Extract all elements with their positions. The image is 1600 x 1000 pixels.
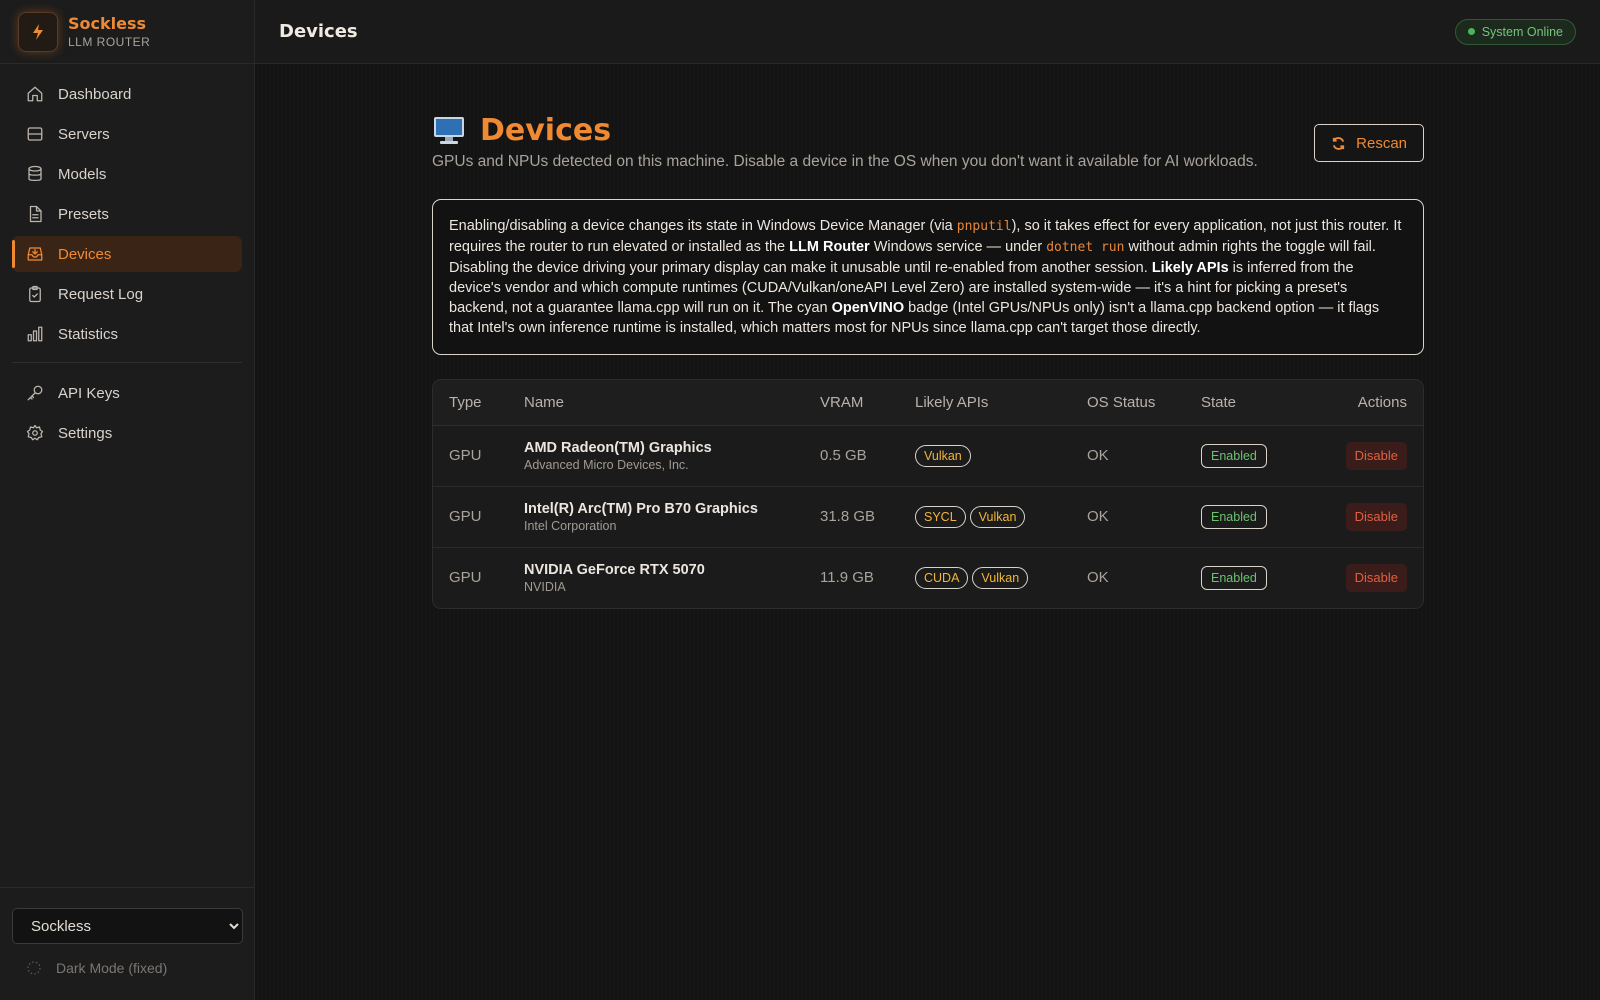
api-badge: Vulkan (972, 566, 1029, 589)
cell-os-status: OK (1071, 486, 1185, 548)
sun-icon (25, 959, 43, 977)
sidebar: Sockless LLM ROUTER Dashboard Servers Mo… (0, 0, 255, 1000)
bolt-icon (18, 11, 58, 52)
file-icon (25, 204, 45, 224)
api-badge: Vulkan (969, 505, 1026, 528)
sidebar-item-label: Servers (58, 125, 110, 143)
sidebar-item-devices[interactable]: Devices (12, 236, 242, 272)
state-badge: Enabled (1201, 565, 1267, 590)
clipboard-icon (25, 284, 45, 304)
dark-mode-label: Dark Mode (fixed) (56, 960, 168, 976)
page-title: Devices (480, 112, 612, 148)
sidebar-item-api-keys[interactable]: API Keys (12, 375, 242, 411)
disable-button[interactable]: Disable (1345, 441, 1407, 470)
status-text: System Online (1481, 24, 1563, 39)
api-badge: Vulkan (915, 444, 971, 467)
sidebar-item-servers[interactable]: Servers (12, 116, 242, 152)
state-badge: Enabled (1201, 504, 1267, 529)
header-name: Name (508, 380, 804, 426)
sidebar-item-label: Settings (58, 424, 113, 442)
device-name: AMD Radeon(TM) Graphics (524, 439, 712, 456)
table-row: GPU AMD Radeon(TM) Graphics Advanced Micr… (433, 425, 1423, 487)
page-subtitle: GPUs and NPUs detected on this machine. … (432, 153, 1258, 170)
info-bold: LLM Router (789, 239, 870, 255)
cell-vram: 31.8 GB (804, 486, 899, 548)
brand-name: Sockless (68, 13, 147, 33)
cell-type: GPU (433, 425, 508, 487)
cell-os-status: OK (1071, 425, 1185, 487)
home-icon (25, 84, 45, 104)
sidebar-footer: Sockless Dark Mode (fixed) (0, 887, 254, 1000)
header-state: State (1185, 380, 1307, 426)
disable-button[interactable]: Disable (1345, 502, 1407, 531)
sidebar-item-label: API Keys (58, 384, 120, 402)
topbar: Devices System Online (255, 0, 1600, 64)
api-badge: SYCL (915, 505, 966, 528)
device-name: NVIDIA GeForce RTX 5070 (524, 561, 705, 578)
header-os-status: OS Status (1071, 380, 1185, 426)
header-actions: Actions (1306, 380, 1423, 426)
device-name: Intel(R) Arc(TM) Pro B70 Graphics (524, 500, 758, 517)
devices-table: Type Name VRAM Likely APIs OS Status Sta… (432, 379, 1424, 609)
disable-button[interactable]: Disable (1345, 563, 1407, 592)
sidebar-item-dashboard[interactable]: Dashboard (12, 76, 242, 112)
dark-mode-toggle: Dark Mode (fixed) (12, 959, 242, 977)
status-dot-icon (1467, 28, 1475, 35)
cell-type: GPU (449, 569, 482, 587)
nav-divider (12, 362, 242, 363)
key-icon (25, 383, 45, 403)
table-row: GPU NVIDIA GeForce RTX 5070 NVIDIA 11.9 G… (433, 547, 1423, 608)
rescan-label: Rescan (1356, 134, 1407, 152)
rescan-button[interactable]: Rescan (1314, 124, 1424, 162)
sidebar-item-settings[interactable]: Settings (12, 415, 242, 451)
devices-page: Devices GPUs and NPUs detected on this m… (432, 110, 1424, 609)
sidebar-item-models[interactable]: Models (12, 156, 242, 192)
refresh-icon (1333, 136, 1345, 150)
sidebar-nav: Dashboard Servers Models Presets Devices… (0, 64, 254, 451)
sidebar-item-label: Statistics (58, 325, 119, 343)
sidebar-item-request-log[interactable]: Request Log (12, 276, 242, 312)
header-vram: VRAM (804, 380, 899, 426)
cell-vram: 11.9 GB (820, 569, 874, 587)
tenant-select[interactable]: Sockless (12, 908, 243, 944)
sidebar-item-statistics[interactable]: Statistics (12, 316, 242, 352)
info-code: pnputil (956, 219, 1012, 234)
cell-type: GPU (433, 486, 508, 548)
brand-subtitle: LLM ROUTER (68, 34, 151, 49)
cell-vram: 0.5 GB (804, 425, 899, 487)
state-badge: Enabled (1201, 443, 1267, 468)
status-badge: System Online (1454, 18, 1576, 45)
device-vendor: Advanced Micro Devices, Inc. (524, 457, 689, 472)
api-badge: CUDA (915, 566, 969, 589)
table-header-row: Type Name VRAM Likely APIs OS Status Sta… (433, 380, 1423, 426)
database-icon (25, 164, 45, 184)
info-bold: Likely APIs (1151, 260, 1229, 276)
info-text: Enabling/disabling a device changes its … (449, 218, 957, 234)
monitor-icon (434, 117, 464, 144)
device-vendor: NVIDIA (524, 579, 566, 594)
info-text: Windows service — under (869, 239, 1047, 255)
main-content: Devices GPUs and NPUs detected on this m… (255, 64, 1600, 1000)
sidebar-item-label: Devices (58, 245, 112, 263)
device-vendor: Intel Corporation (524, 518, 617, 533)
info-bold: OpenVINO (831, 300, 905, 316)
table-row: GPU Intel(R) Arc(TM) Pro B70 Graphics Int… (433, 486, 1423, 548)
sidebar-item-label: Presets (58, 205, 109, 223)
topbar-title: Devices (279, 21, 358, 42)
header-type: Type (433, 380, 508, 426)
sidebar-item-label: Dashboard (58, 85, 132, 103)
sidebar-item-label: Request Log (58, 285, 144, 303)
header-apis: Likely APIs (899, 380, 1071, 426)
gear-icon (25, 423, 45, 443)
brand[interactable]: Sockless LLM ROUTER (0, 0, 254, 64)
sidebar-item-presets[interactable]: Presets (12, 196, 242, 232)
cell-os-status: OK (1087, 569, 1109, 587)
devices-icon (25, 244, 45, 264)
bar-chart-icon (25, 324, 45, 344)
sidebar-item-label: Models (58, 165, 107, 183)
server-icon (25, 124, 45, 144)
info-code: dotnet run (1046, 240, 1125, 255)
info-notice: Enabling/disabling a device changes its … (432, 199, 1424, 355)
